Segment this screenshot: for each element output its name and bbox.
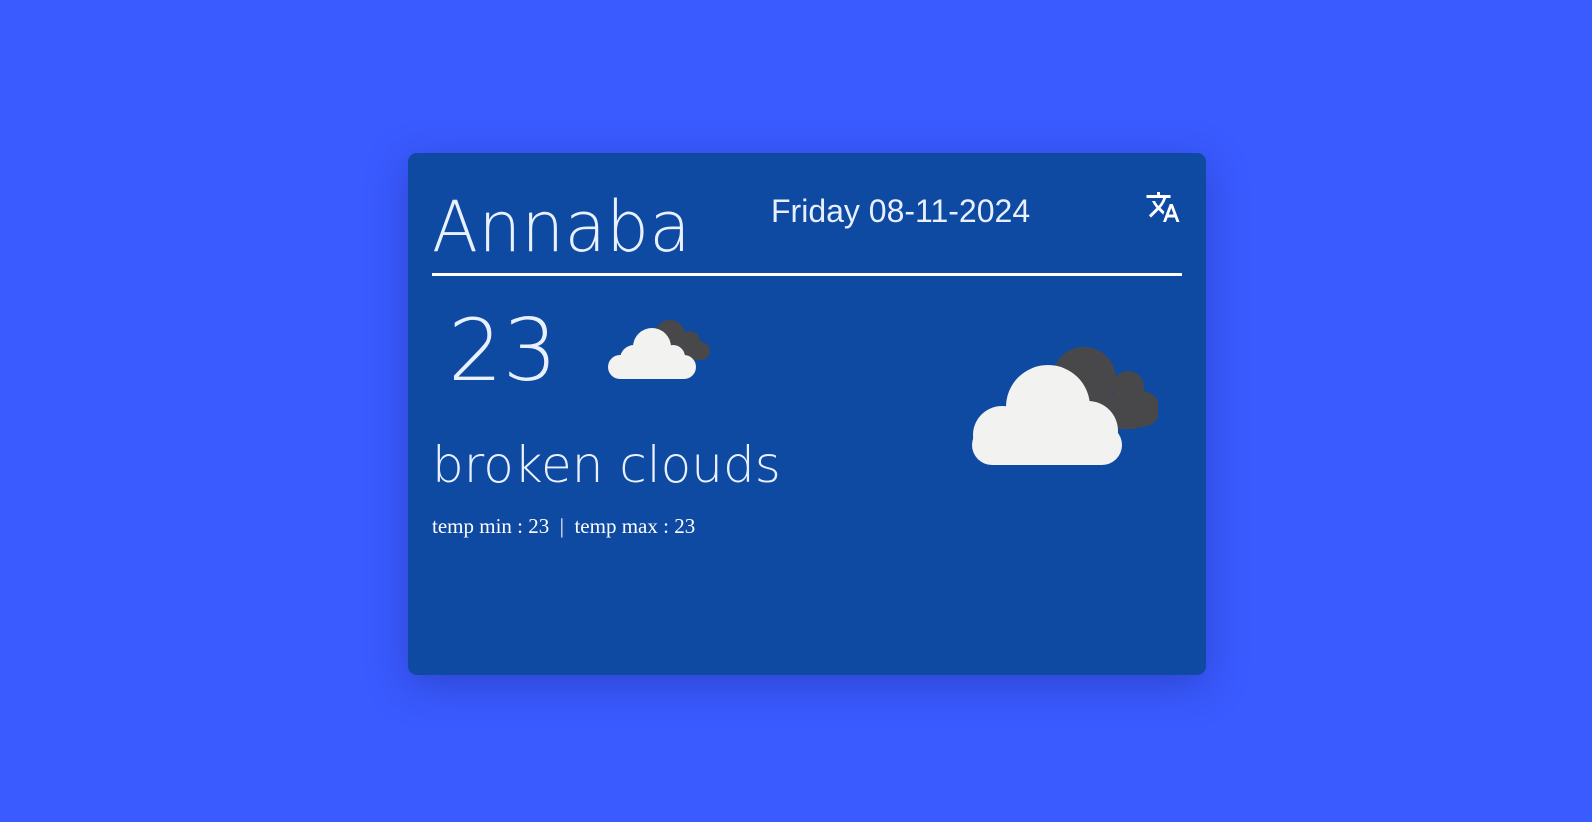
temp-min-value: 23 [528, 514, 550, 538]
temp-min-label: temp min : [432, 514, 529, 538]
current-date: Friday 08-11-2024 [771, 193, 1031, 229]
temp-separator: | [549, 514, 575, 538]
broken-clouds-large-icon [972, 347, 1158, 465]
current-temperature: 23 [448, 301, 558, 401]
temp-max-label: temp max : [574, 514, 675, 538]
city-name: Annaba [432, 186, 692, 268]
translate-icon [1146, 192, 1180, 222]
weather-card: Annaba Friday 08-11-2024 23 broken cloud… [408, 153, 1206, 675]
temp-range: temp min : 23 | temp max : 23 [432, 513, 695, 539]
temp-max-value: 23 [674, 514, 696, 538]
broken-clouds-icon [608, 320, 710, 379]
language-toggle-button[interactable] [1145, 189, 1181, 225]
weather-description: broken clouds [432, 436, 781, 494]
header-divider [432, 273, 1182, 276]
